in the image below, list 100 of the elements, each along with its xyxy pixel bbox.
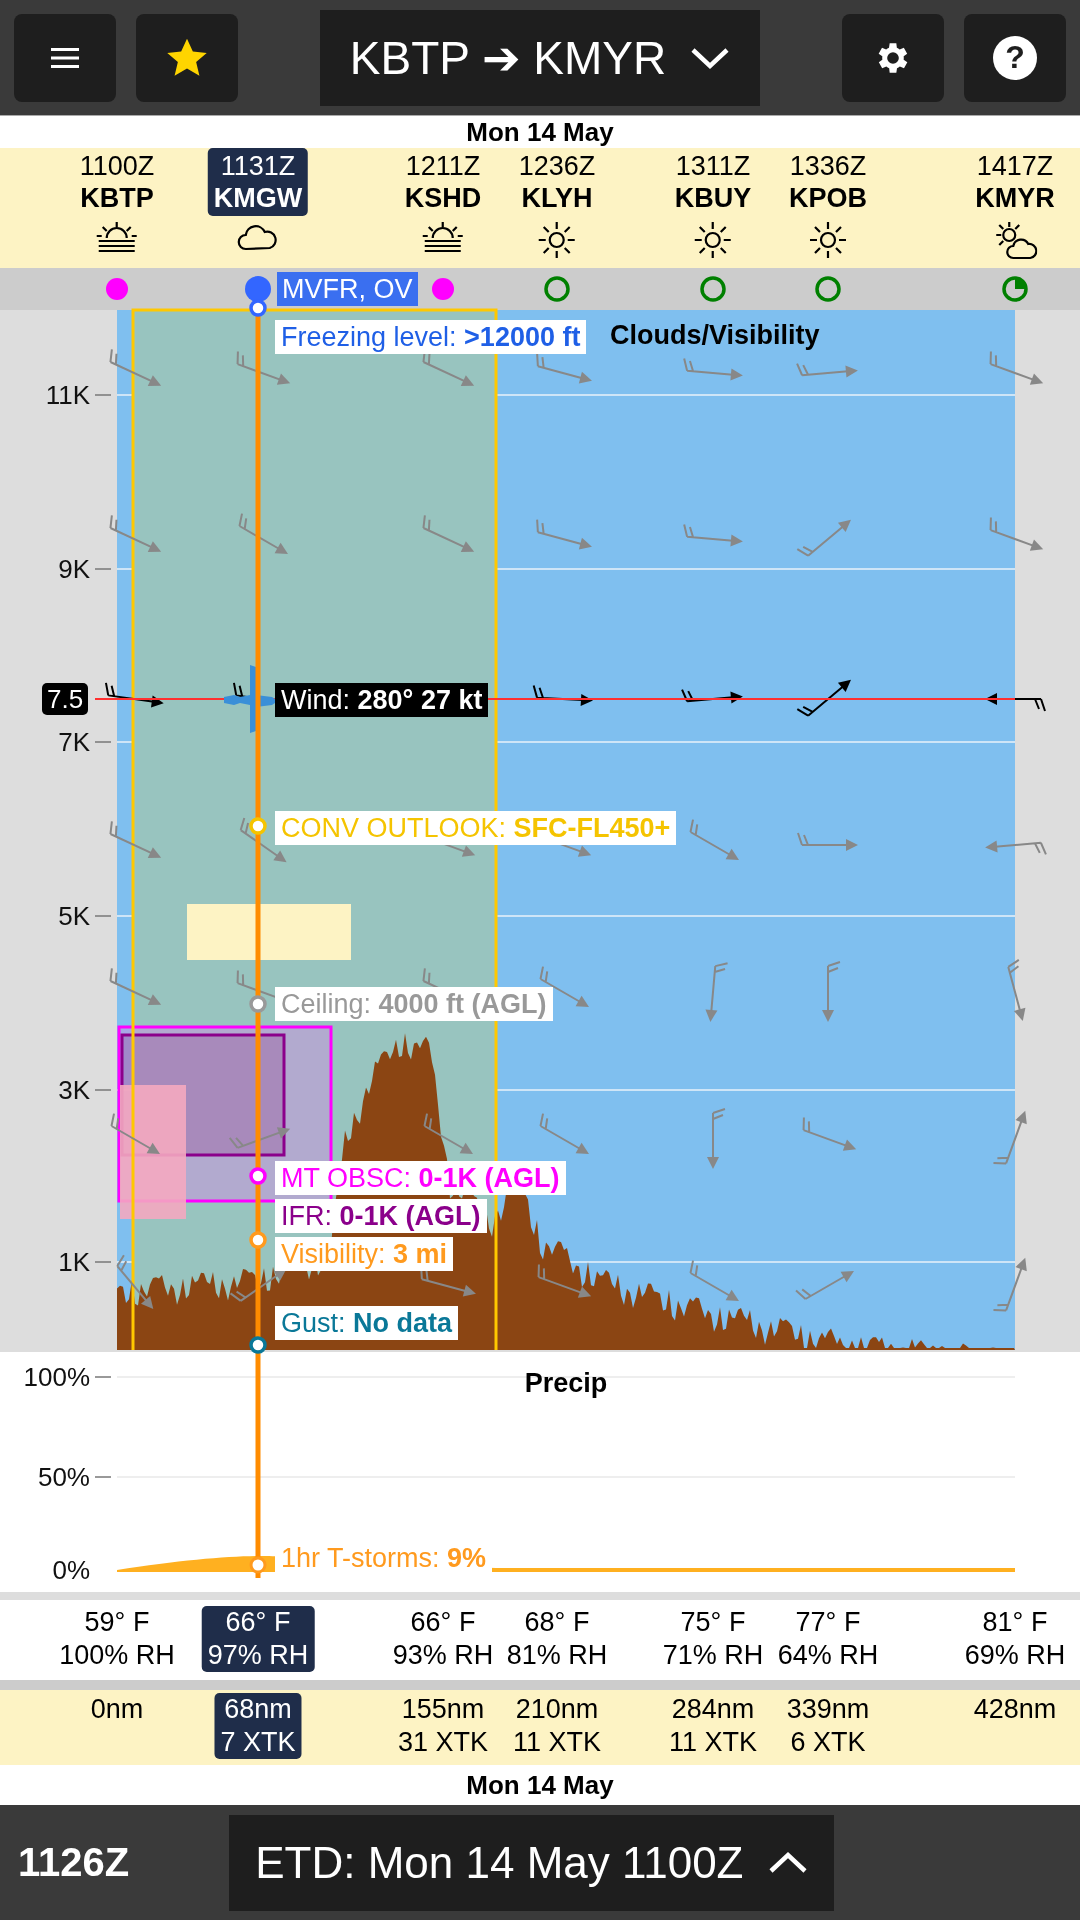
conditions-label: 59° F 100% RH bbox=[58, 1606, 176, 1672]
wind-barb bbox=[109, 348, 162, 387]
station-label[interactable]: 1131Z KMGW bbox=[207, 148, 309, 216]
wind-barb bbox=[796, 362, 858, 378]
station-label[interactable]: 1417Z KMYR bbox=[969, 148, 1061, 216]
wind-barb bbox=[536, 518, 592, 550]
axis-label: 100% bbox=[23, 1362, 90, 1392]
axis-label: 5K bbox=[58, 901, 90, 931]
marker-dot bbox=[249, 1167, 267, 1185]
sun-icon bbox=[693, 220, 733, 260]
wind-barb bbox=[104, 681, 164, 708]
distance-label: 68nm 7 XTK bbox=[214, 1693, 302, 1759]
chart-title: Clouds/Visibility bbox=[610, 320, 820, 351]
wind-barb bbox=[683, 357, 743, 381]
wind-barb bbox=[822, 961, 841, 1022]
menu-icon bbox=[50, 45, 80, 70]
axis-label: 7K bbox=[58, 727, 90, 757]
sun-icon bbox=[808, 220, 848, 260]
plot-label: MT OBSC: 0-1K (AGL) bbox=[275, 1161, 566, 1195]
caret-icon bbox=[767, 1850, 808, 1875]
distance-label: 339nm 6 XTK bbox=[785, 1693, 871, 1759]
plot-label: Ceiling: 4000 ft (AGL) bbox=[275, 987, 553, 1021]
partly-cloudy-icon bbox=[993, 220, 1037, 260]
wind-barb bbox=[109, 820, 162, 859]
wind-barb bbox=[229, 1268, 287, 1302]
wind-barb bbox=[992, 1110, 1027, 1165]
airplane-icon bbox=[224, 665, 278, 733]
distance-label: 0nm bbox=[89, 1693, 145, 1726]
wind-barb bbox=[238, 512, 288, 554]
plot-label: Visibility: 3 mi bbox=[275, 1237, 454, 1271]
marker-dot bbox=[249, 1336, 267, 1354]
station-label[interactable]: 1236Z KLYH bbox=[512, 148, 602, 216]
wind-barb bbox=[796, 679, 851, 717]
etd-selector[interactable]: ETD: Mon 14 May 1100Z bbox=[229, 1814, 834, 1911]
distance-label: 284nm 11 XTK bbox=[668, 1693, 758, 1759]
wind-barb bbox=[989, 516, 1044, 551]
help-button[interactable]: ? bbox=[964, 13, 1066, 102]
date-label: Mon 14 May bbox=[0, 1765, 1080, 1805]
station-label[interactable]: 1100Z KBTP bbox=[73, 148, 161, 216]
conditions-label: 66° F 93% RH bbox=[391, 1606, 495, 1672]
wind-barb bbox=[707, 1108, 726, 1169]
conditions-label: 81° F 69% RH bbox=[963, 1606, 1067, 1672]
wind-barb bbox=[116, 1254, 154, 1309]
wind-barb bbox=[109, 514, 162, 553]
wind-barb bbox=[989, 350, 1044, 385]
wind-barb bbox=[689, 818, 739, 860]
wind-barb bbox=[683, 523, 743, 547]
flight-category-label: MVFR, OV bbox=[277, 272, 418, 306]
wind-barb bbox=[228, 1127, 291, 1149]
marker-dot bbox=[249, 299, 267, 317]
plot-label: Gust: No data bbox=[275, 1306, 459, 1340]
altitude-label: 7.5 bbox=[42, 683, 89, 715]
wind-barb bbox=[422, 514, 475, 553]
axis-label: 3K bbox=[58, 1075, 90, 1105]
wind-barb bbox=[795, 1271, 854, 1300]
wind-barb bbox=[802, 1116, 857, 1151]
wind-barb bbox=[985, 840, 1047, 856]
wind-barb bbox=[992, 1257, 1027, 1312]
wind-barb bbox=[705, 962, 729, 1022]
caret-icon bbox=[690, 45, 731, 70]
conditions-label: 66° F 97% RH bbox=[201, 1606, 315, 1672]
axis-label: 11K bbox=[45, 380, 90, 410]
axis-label: 0% bbox=[52, 1555, 90, 1585]
conditions-label: 77° F 64% RH bbox=[776, 1606, 880, 1672]
wind-barb bbox=[110, 1112, 160, 1154]
distance-label: 210nm 11 XTK bbox=[512, 1693, 602, 1759]
marker-dot bbox=[249, 817, 267, 835]
wind-barb bbox=[423, 1112, 473, 1154]
station-label[interactable]: 1311Z KBUY bbox=[668, 148, 758, 216]
marker-dot bbox=[249, 1231, 267, 1249]
wind-barb bbox=[689, 1259, 739, 1301]
wind-barb bbox=[796, 519, 851, 557]
date-label: Mon 14 May bbox=[0, 115, 1080, 148]
sun-icon bbox=[537, 220, 577, 260]
settings-button[interactable] bbox=[842, 13, 944, 102]
marker-dot bbox=[249, 1556, 267, 1574]
chart-title: Precip bbox=[523, 1368, 609, 1399]
wind-barb bbox=[539, 1112, 589, 1154]
marker-dot bbox=[249, 995, 267, 1013]
distance-label: 428nm bbox=[972, 1693, 1058, 1726]
plot-label: Freezing level: >12000 ft bbox=[275, 320, 587, 354]
wind-barb bbox=[109, 967, 162, 1006]
axis-label: 9K bbox=[58, 554, 90, 584]
plot-label: IFR: 0-1K (AGL) bbox=[275, 1199, 487, 1233]
wind-barb bbox=[537, 1263, 592, 1298]
station-label[interactable]: 1211Z KSHD bbox=[398, 148, 488, 216]
conditions-label: 75° F 71% RH bbox=[661, 1606, 765, 1672]
menu-button[interactable] bbox=[14, 13, 116, 102]
wind-barb bbox=[536, 352, 592, 384]
distance-label: 155nm 31 XTK bbox=[397, 1693, 489, 1759]
wind-barb bbox=[1007, 958, 1026, 1021]
clock-label: 1126Z bbox=[18, 1840, 130, 1885]
axis-label: 50% bbox=[37, 1462, 90, 1492]
plot-label: Wind: 280° 27 kt bbox=[275, 683, 489, 717]
wind-barb bbox=[236, 350, 291, 385]
station-label[interactable]: 1336Z KPOB bbox=[783, 148, 873, 216]
axis-label: 1K bbox=[58, 1247, 90, 1277]
favorite-button[interactable] bbox=[136, 13, 238, 102]
route-selector[interactable]: KBTP ➔ KMYR bbox=[319, 9, 761, 106]
wind-barb bbox=[797, 832, 858, 851]
